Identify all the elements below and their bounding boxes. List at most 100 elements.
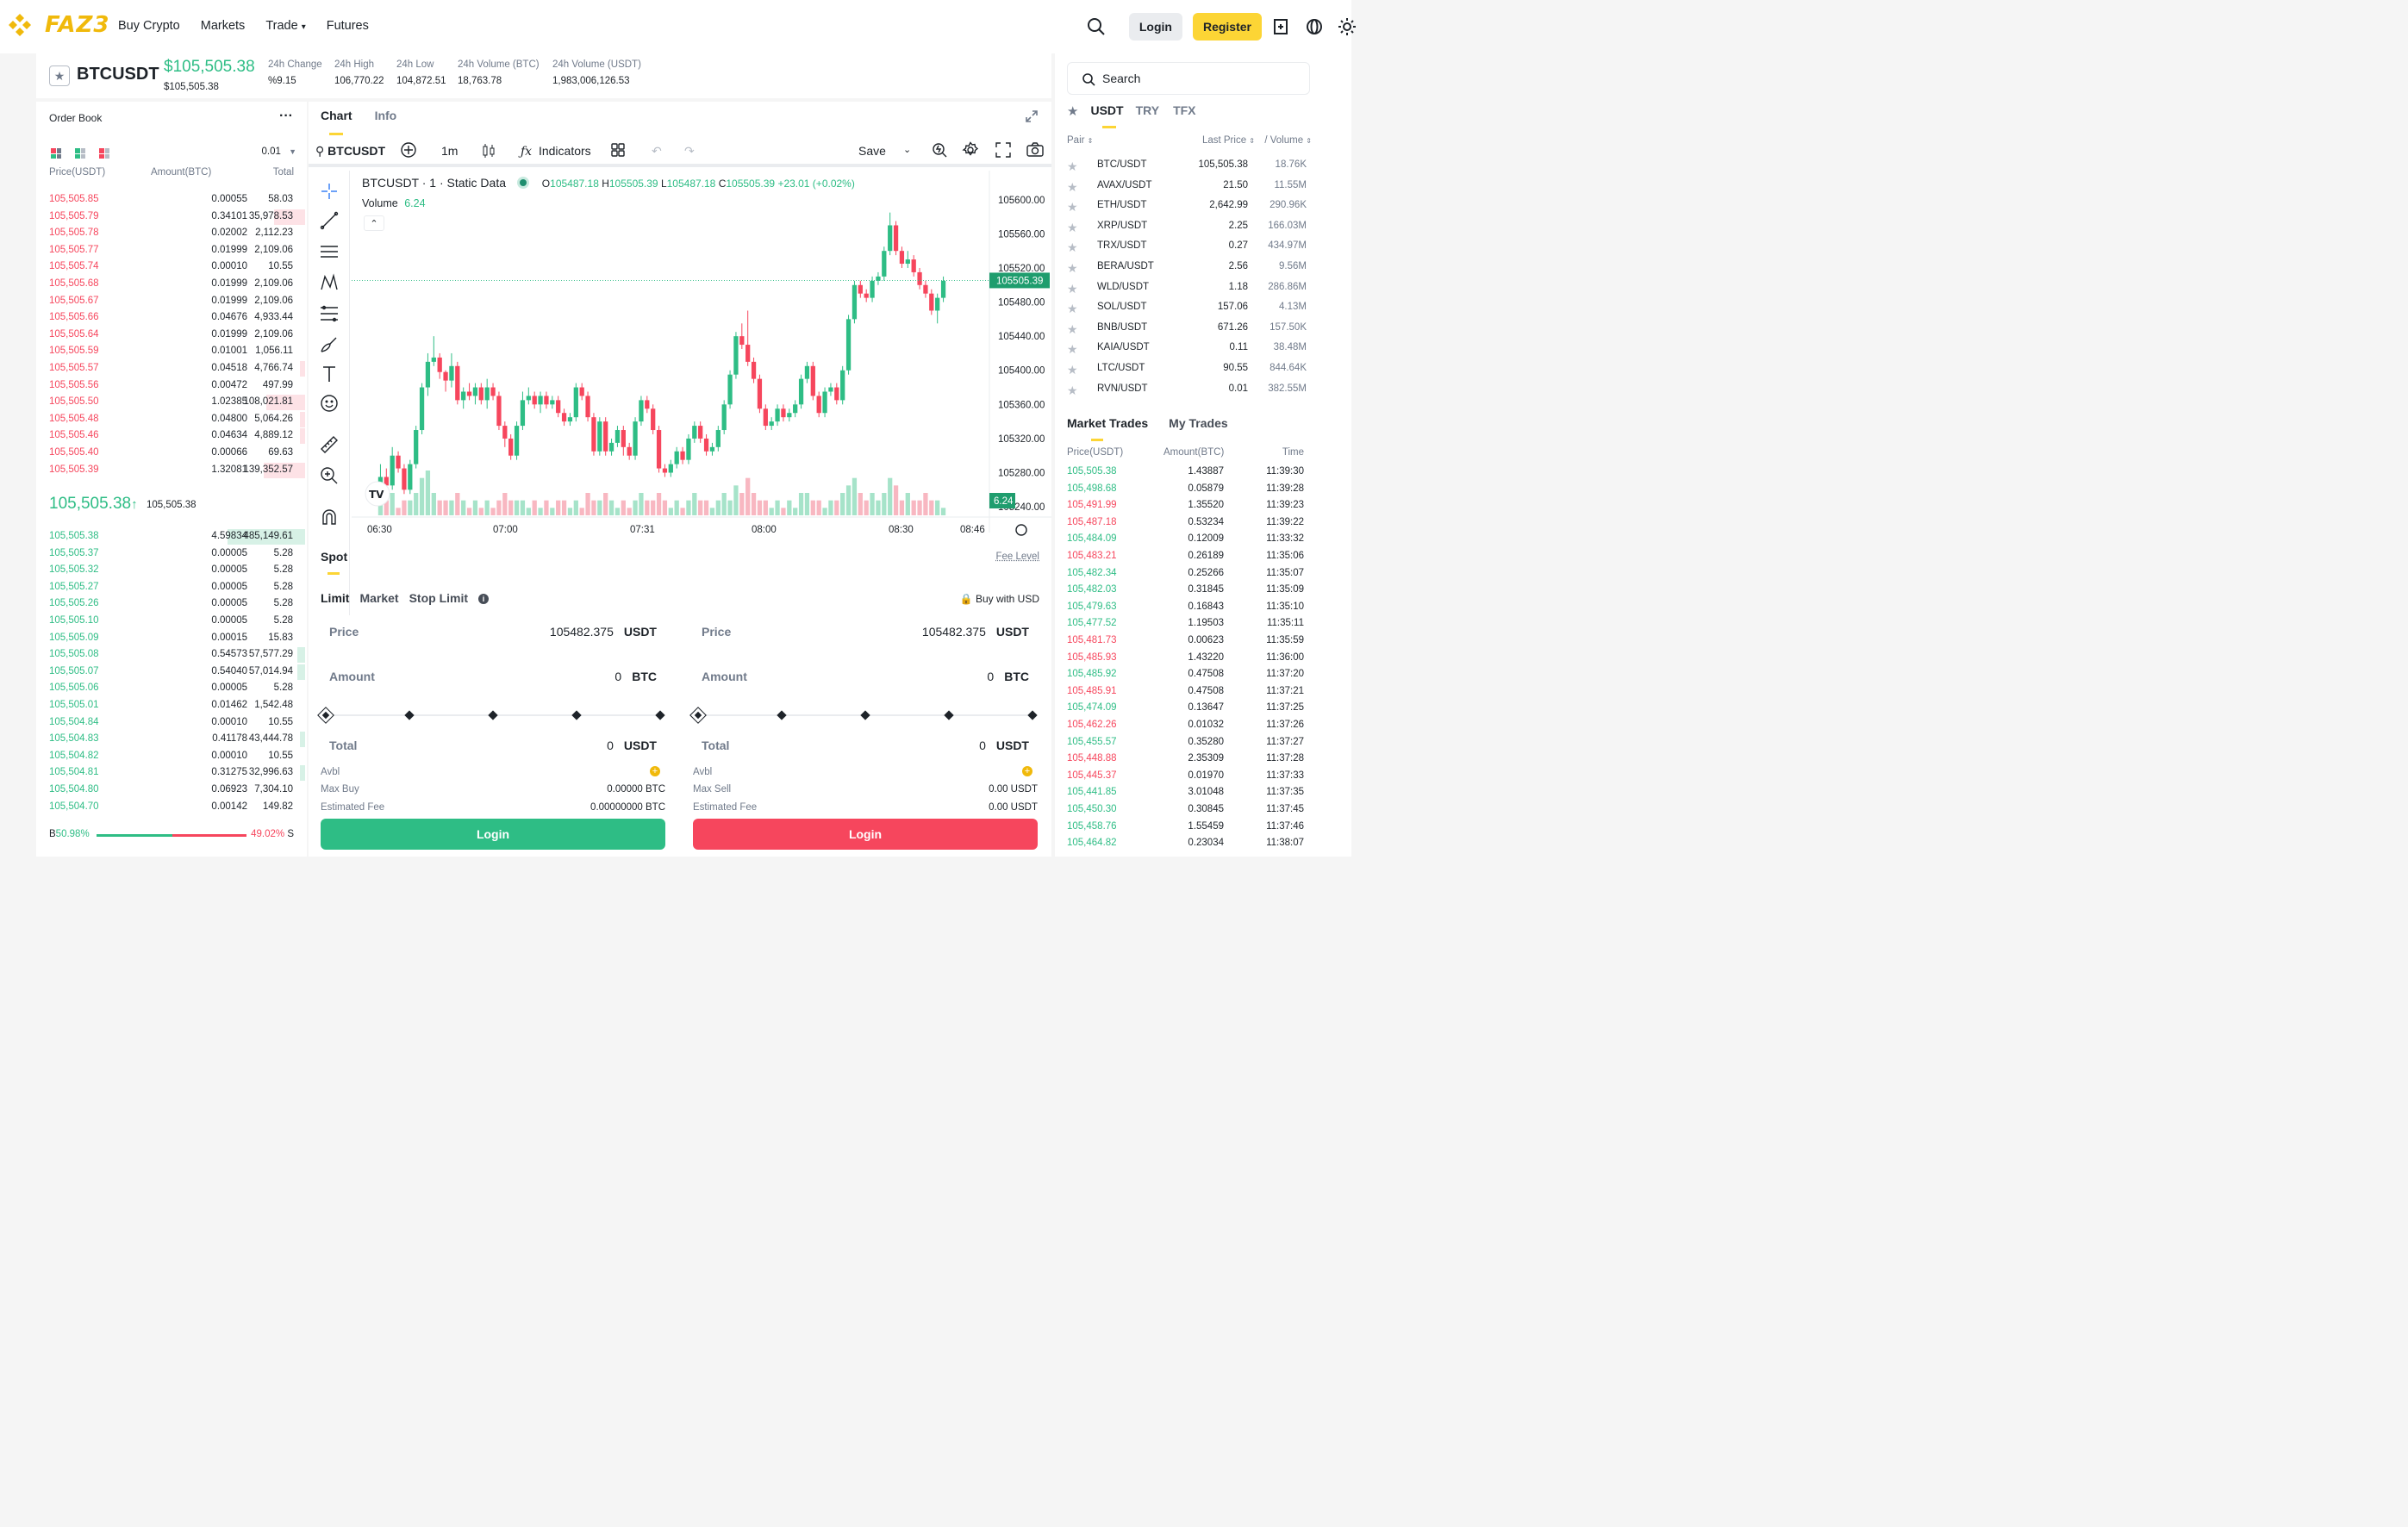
star-icon[interactable]: ★ <box>1067 302 1078 316</box>
search-icon[interactable] <box>1086 16 1107 37</box>
buy-with-usd[interactable]: 🔒 Buy with USD <box>960 593 1039 605</box>
bid-row[interactable]: 105,505.08 0.54573 57,577.29 <box>36 646 307 664</box>
star-icon[interactable]: ★ <box>1067 282 1078 296</box>
slider-step[interactable] <box>404 710 415 720</box>
pair-row[interactable]: ★ TRX/USDT 0.27 434.97M <box>1067 236 1317 257</box>
star-icon[interactable]: ★ <box>1067 180 1078 195</box>
total-field[interactable]: Total 0 USDT <box>321 729 665 764</box>
ask-row[interactable]: 105,505.77 0.01999 2,109.06 <box>36 242 307 259</box>
pair-row[interactable]: ★ LTC/USDT 90.55 844.64K <box>1067 358 1317 379</box>
indicators-button[interactable]: ƒx Indicators <box>521 144 591 159</box>
ruler-icon[interactable] <box>319 434 340 455</box>
undo-icon[interactable]: ↶ <box>652 144 662 159</box>
star-icon[interactable]: ★ <box>1067 322 1078 337</box>
layout-icon[interactable] <box>610 142 626 160</box>
slider-step[interactable] <box>488 710 498 720</box>
price-field[interactable]: Price 105482.375 USDT <box>321 615 665 650</box>
bid-row[interactable]: 105,505.26 0.00005 5.28 <box>36 595 307 613</box>
bid-row[interactable]: 105,505.32 0.00005 5.28 <box>36 562 307 579</box>
text-icon[interactable] <box>319 364 340 384</box>
symbol-search[interactable]: ⚲ BTCUSDT <box>315 144 385 159</box>
price-chart[interactable]: 105600.00 105560.00 105520.00 105480.00 1054… <box>352 171 1051 550</box>
market-search-input[interactable]: Search <box>1067 62 1310 95</box>
candle-type-icon[interactable] <box>481 142 496 162</box>
col-pair[interactable]: Pair ⇕ <box>1067 135 1093 146</box>
ask-row[interactable]: 105,505.64 0.01999 2,109.06 <box>36 327 307 344</box>
star-icon[interactable]: ★ <box>1067 261 1078 276</box>
horizontal-lines-icon[interactable] <box>319 241 340 262</box>
price-field[interactable]: Price 105482.375 USDT <box>693 615 1038 650</box>
star-icon[interactable]: ★ <box>1067 200 1078 215</box>
nav-trade[interactable]: Trade ▾ <box>265 19 305 33</box>
ask-row[interactable]: 105,505.48 0.04800 5,064.26 <box>36 411 307 428</box>
favorite-star-icon[interactable]: ★ <box>49 65 70 86</box>
ask-row[interactable]: 105,505.46 0.04634 4,889.12 <box>36 427 307 445</box>
star-icon[interactable]: ★ <box>1067 159 1078 174</box>
download-icon[interactable] <box>1272 18 1289 35</box>
magnet-icon[interactable] <box>319 507 340 527</box>
crosshair-icon[interactable] <box>319 181 340 202</box>
pair-row[interactable]: ★ WLD/USDT 1.18 286.86M <box>1067 277 1317 298</box>
col-last-price[interactable]: Last Price ⇕ <box>1202 135 1255 146</box>
ask-row[interactable]: 105,505.79 0.34101 35,978.53 <box>36 209 307 226</box>
ask-row[interactable]: 105,505.66 0.04676 4,933.44 <box>36 309 307 327</box>
amount-slider[interactable] <box>689 705 1038 726</box>
settings-gear-icon[interactable] <box>962 141 979 161</box>
more-icon[interactable]: ··· <box>279 109 293 124</box>
spot-title[interactable]: Spot <box>321 550 347 564</box>
amount-field[interactable]: Amount 0 BTC <box>693 660 1038 695</box>
ask-row[interactable]: 105,505.50 1.02385 108,021.81 <box>36 394 307 411</box>
ask-row[interactable]: 105,505.39 1.32081 139,352.57 <box>36 462 307 479</box>
star-icon[interactable]: ★ <box>1067 363 1078 377</box>
slider-step[interactable] <box>689 707 707 724</box>
ask-row[interactable]: 105,505.78 0.02002 2,112.23 <box>36 225 307 242</box>
pair-row[interactable]: ★ AVAX/USDT 21.50 11.55M <box>1067 176 1317 196</box>
bid-row[interactable]: 105,505.07 0.54040 57,014.94 <box>36 664 307 681</box>
add-funds-icon[interactable]: + <box>650 766 660 776</box>
nav-buy-crypto[interactable]: Buy Crypto <box>118 19 180 33</box>
order-type-stop-limit[interactable]: Stop Limit <box>409 591 468 605</box>
ask-row[interactable]: 105,505.85 0.00055 58.03 <box>36 191 307 209</box>
view-both-icon[interactable] <box>51 148 61 159</box>
star-icon[interactable]: ★ <box>1067 383 1078 398</box>
bid-row[interactable]: 105,504.84 0.00010 10.55 <box>36 714 307 732</box>
pair-row[interactable]: ★ SOL/USDT 157.06 4.13M <box>1067 297 1317 318</box>
info-icon[interactable]: i <box>478 594 490 604</box>
bid-row[interactable]: 105,505.01 0.01462 1,542.48 <box>36 697 307 714</box>
bid-row[interactable]: 105,505.06 0.00005 5.28 <box>36 680 307 697</box>
theme-icon[interactable] <box>1338 17 1357 36</box>
trend-line-icon[interactable] <box>319 210 340 231</box>
quick-search-icon[interactable] <box>931 141 948 161</box>
chart-svg[interactable]: 105600.00 105560.00 105520.00 105480.00 1054… <box>352 171 1051 550</box>
register-button[interactable]: Register <box>1192 13 1262 41</box>
tab-try[interactable]: TRY <box>1136 103 1159 119</box>
star-icon[interactable]: ★ <box>1067 240 1078 255</box>
zoom-in-icon[interactable] <box>319 465 340 486</box>
pair-row[interactable]: ★ BERA/USDT 2.56 9.56M <box>1067 257 1317 277</box>
view-bids-icon[interactable] <box>75 148 85 159</box>
slider-step[interactable] <box>944 710 954 720</box>
camera-icon[interactable] <box>1026 141 1045 161</box>
slider-step[interactable] <box>317 707 334 724</box>
slider-step[interactable] <box>777 710 787 720</box>
add-funds-icon[interactable]: + <box>1022 766 1032 776</box>
ask-row[interactable]: 105,505.67 0.01999 2,109.06 <box>36 293 307 310</box>
amount-slider[interactable] <box>317 705 665 726</box>
redo-icon[interactable]: ↷ <box>684 144 695 159</box>
pair-row[interactable]: ★ XRP/USDT 2.25 166.03M <box>1067 216 1317 237</box>
bid-row[interactable]: 105,504.82 0.00010 10.55 <box>36 748 307 765</box>
interval-select[interactable]: 1m <box>441 144 458 158</box>
slider-step[interactable] <box>860 710 870 720</box>
tab-usdt[interactable]: USDT <box>1090 103 1123 119</box>
pair-row[interactable]: ★ RVN/USDT 0.01 382.55M <box>1067 379 1317 400</box>
ask-row[interactable]: 105,505.56 0.00472 497.99 <box>36 377 307 395</box>
buy-login-button[interactable]: Login <box>321 819 665 850</box>
fee-level-link[interactable]: Fee Level <box>995 552 1039 562</box>
bid-row[interactable]: 105,505.27 0.00005 5.28 <box>36 579 307 596</box>
ask-row[interactable]: 105,505.40 0.00066 69.63 <box>36 445 307 462</box>
order-type-market[interactable]: Market <box>359 591 398 605</box>
compare-icon[interactable] <box>400 141 417 161</box>
favorites-star-icon[interactable]: ★ <box>1067 103 1078 119</box>
bid-row[interactable]: 105,505.10 0.00005 5.28 <box>36 613 307 630</box>
slider-step[interactable] <box>571 710 582 720</box>
